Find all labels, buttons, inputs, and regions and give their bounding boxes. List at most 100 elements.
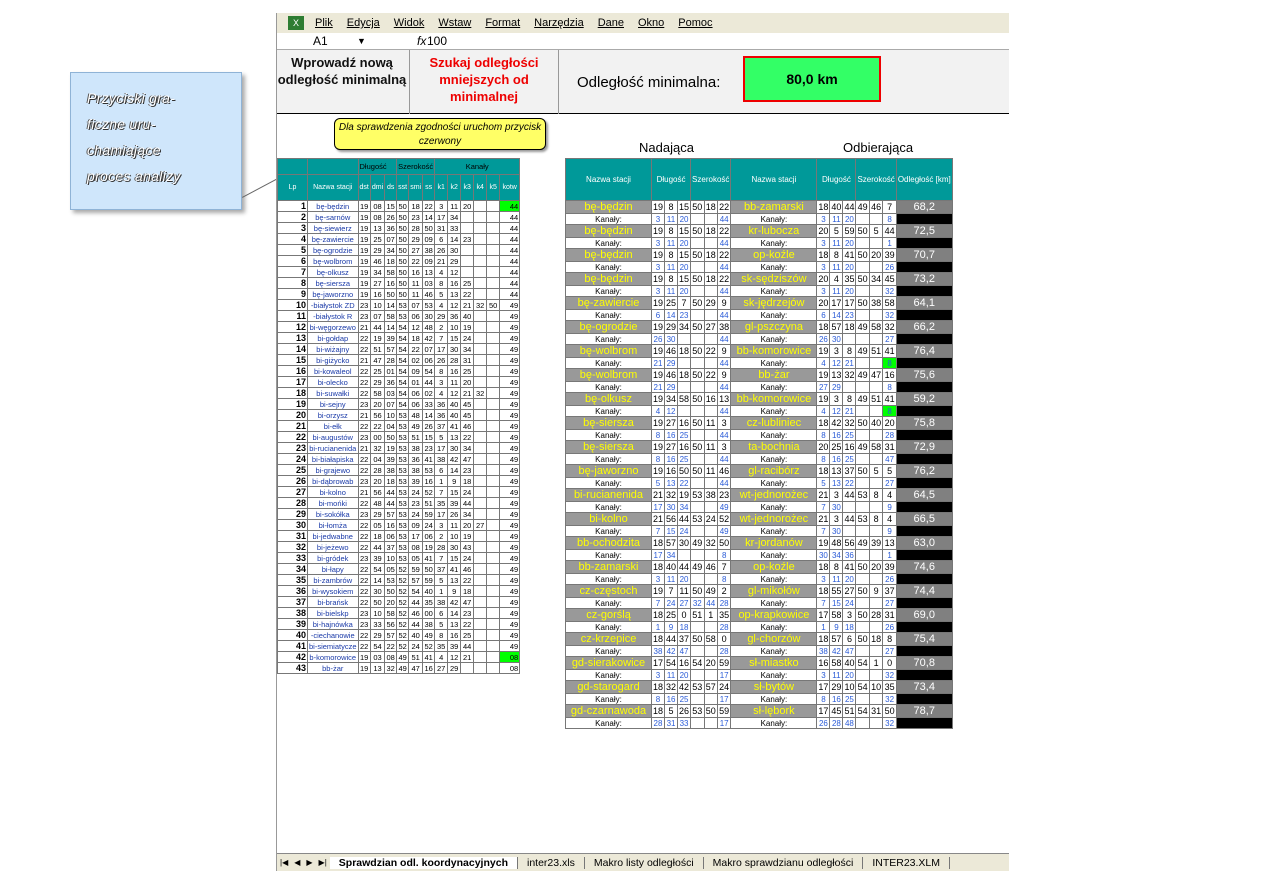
cell[interactable]: 37 [434,563,449,575]
cell[interactable]: 58 [829,656,844,670]
cell[interactable]: 38 [422,618,436,630]
cell[interactable]: 58 [868,320,884,334]
cell[interactable]: bi-dąbrowab [307,475,359,487]
cell[interactable]: 49 [408,420,424,432]
cell[interactable]: 51 [690,608,705,622]
cell[interactable]: bi-białapiska [307,453,359,465]
cell[interactable]: bi-hajnówka [307,618,359,630]
cell[interactable]: 11 [703,464,718,478]
cell[interactable]: 6 [434,233,449,245]
cell[interactable]: 44 [499,288,521,300]
cell[interactable]: 49 [499,420,521,432]
channel-cell[interactable]: 17 [650,549,666,561]
cell[interactable]: 53 [422,299,436,311]
cell[interactable]: 23 [357,607,371,619]
channel-cell[interactable]: 30 [664,333,679,345]
channel-cell[interactable] [868,597,884,609]
cell[interactable]: 49 [855,200,870,214]
cell[interactable]: 50 [369,596,386,608]
cell[interactable]: 41 [447,563,462,575]
cell[interactable]: 22 [460,618,475,630]
cell[interactable]: 36 [277,585,308,597]
channel-cell[interactable]: 44 [716,405,732,417]
cell[interactable]: bę-siersza [565,416,652,430]
cell[interactable]: 18 [703,200,718,214]
channel-cell[interactable] [868,261,884,273]
cell[interactable]: 56 [369,409,386,421]
cell[interactable]: bi-ełk [307,420,359,432]
channel-cell[interactable]: 16 [829,453,844,465]
cell[interactable]: 53 [690,488,705,502]
cell[interactable]: 27 [277,486,308,498]
cell[interactable] [486,332,501,344]
cell[interactable]: 22 [357,574,371,586]
cell[interactable]: 08 [499,651,521,663]
cell[interactable]: 41 [422,552,436,564]
channel-cell[interactable] [868,405,884,417]
cell[interactable] [473,442,488,454]
cell[interactable]: 40 [408,629,424,641]
channel-cell[interactable]: 16 [664,429,679,441]
cell[interactable]: 8 [664,224,679,238]
cell[interactable]: 20 [460,200,475,212]
cell[interactable]: 52 [396,596,410,608]
cell[interactable]: 52 [396,607,410,619]
cell[interactable]: 58 [868,440,884,454]
cell[interactable] [486,431,501,443]
cell[interactable]: 58 [882,296,897,310]
cell[interactable]: 31 [868,704,884,718]
cell[interactable]: sł-bytów [730,680,818,694]
cell[interactable]: 05 [384,563,398,575]
cell[interactable]: 37 [434,420,449,432]
channel-cell[interactable]: 1 [882,549,897,561]
cell[interactable]: 24 [703,512,718,526]
cell[interactable]: 32 [842,416,857,430]
cell[interactable]: 49 [499,607,521,619]
cell[interactable] [473,574,488,586]
cell[interactable]: 50 [690,200,705,214]
cell[interactable]: 50 [855,632,870,646]
cell[interactable]: 52 [396,618,410,630]
cell[interactable]: 13 [422,266,436,278]
cell[interactable]: 32 [473,387,488,399]
channel-cell[interactable]: 49 [716,525,732,537]
cell[interactable]: 54 [396,365,410,377]
cell[interactable]: 7 [434,552,449,564]
cell[interactable]: 10 [369,607,386,619]
cell[interactable]: 20 [882,416,897,430]
channel-cell[interactable]: 38 [650,645,666,657]
channel-cell[interactable]: 11 [829,573,844,585]
cell[interactable] [473,244,488,256]
cell[interactable]: 28 [447,354,462,366]
cell[interactable]: 59 [716,656,732,670]
cell[interactable]: 53 [396,530,410,542]
cell[interactable]: 38 [434,453,449,465]
cell[interactable]: 50 [396,200,410,212]
channel-cell[interactable]: 7 [650,597,666,609]
cell[interactable]: 2 [716,584,732,598]
cell[interactable]: 49 [855,440,870,454]
cell[interactable]: 34 [868,272,884,286]
channel-cell[interactable]: 20 [842,213,857,225]
cell[interactable]: 51 [408,651,424,663]
cell[interactable]: 0 [882,656,897,670]
cell[interactable]: 49 [499,574,521,586]
cell[interactable]: 42 [422,332,436,344]
menu-item[interactable]: Narzędzia [534,17,584,29]
channel-cell[interactable]: 6 [816,309,831,321]
cell[interactable]: 18 [816,416,831,430]
cell[interactable]: 51 [868,344,884,358]
cell[interactable]: 23 [460,464,475,476]
channel-cell[interactable]: 34 [677,501,692,513]
channel-cell[interactable] [703,309,718,321]
cell[interactable]: 23 [357,475,371,487]
cell[interactable]: 49 [855,392,870,406]
channel-cell[interactable]: 29 [664,381,679,393]
channel-cell[interactable]: 3 [650,213,666,225]
cell[interactable]: 0 [677,608,692,622]
cell[interactable]: bb-ochodzita [565,536,652,550]
channel-cell[interactable]: 4 [816,405,831,417]
cell[interactable]: bę-jaworzno [565,464,652,478]
cell[interactable]: 53 [396,299,410,311]
channel-cell[interactable]: 11 [829,261,844,273]
